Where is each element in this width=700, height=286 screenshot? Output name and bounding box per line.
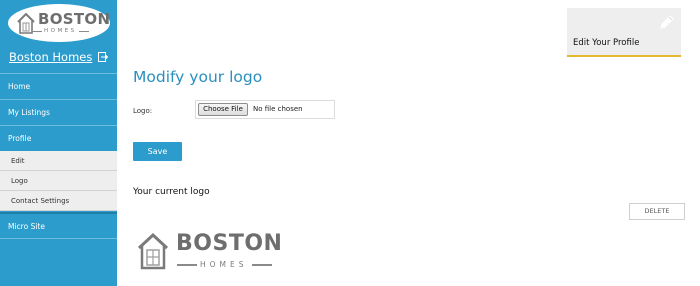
choose-file-button[interactable]: Choose File: [198, 103, 248, 116]
current-logo-word: BOSTON: [176, 231, 283, 256]
sidebar-subitem-label: Edit: [11, 157, 25, 165]
sidebar-subitem-edit[interactable]: Edit: [0, 151, 117, 171]
sidebar-subitem-label: Logo: [11, 177, 28, 185]
current-logo-title: Your current logo: [133, 187, 210, 197]
brand-logo-word: BOSTON: [38, 10, 111, 28]
sidebar: BOSTON HOMES Boston Homes Home My Listin…: [0, 0, 117, 286]
edit-profile-card[interactable]: Edit Your Profile: [567, 8, 681, 57]
sidebar-item-label: Home: [8, 82, 31, 91]
brand-logo[interactable]: BOSTON HOMES: [8, 4, 110, 42]
logo-file-input[interactable]: Choose File No file chosen: [195, 100, 335, 119]
file-status-text: No file chosen: [253, 105, 303, 113]
sidebar-item-label: Profile: [8, 134, 32, 143]
sidebar-item-label: My Listings: [8, 108, 50, 117]
account-name-link[interactable]: Boston Homes: [9, 50, 92, 64]
sidebar-item-home[interactable]: Home: [0, 73, 117, 99]
sidebar-item-label: Micro Site: [8, 222, 45, 231]
sidebar-item-my-listings[interactable]: My Listings: [0, 99, 117, 125]
current-logo-house-icon: [137, 232, 169, 270]
delete-logo-button[interactable]: DELETE: [629, 203, 685, 220]
current-logo-sub: HOMES: [177, 260, 271, 269]
sidebar-item-micro-site[interactable]: Micro Site: [0, 212, 117, 238]
sidebar-subitem-contact-settings[interactable]: Contact Settings: [0, 191, 117, 211]
edit-profile-label: Edit Your Profile: [573, 38, 640, 48]
page-title: Modify your logo: [133, 68, 263, 86]
save-button[interactable]: Save: [133, 142, 182, 161]
sidebar-subitem-label: Contact Settings: [11, 197, 70, 205]
sidebar-divider: [0, 238, 117, 239]
logo-field-label: Logo:: [133, 107, 153, 115]
brand-logo-sub: HOMES: [32, 28, 89, 34]
logout-icon[interactable]: [98, 52, 108, 62]
sidebar-subitem-logo[interactable]: Logo: [0, 171, 117, 191]
pencil-icon: [660, 15, 674, 29]
sidebar-item-profile[interactable]: Profile: [0, 125, 117, 151]
